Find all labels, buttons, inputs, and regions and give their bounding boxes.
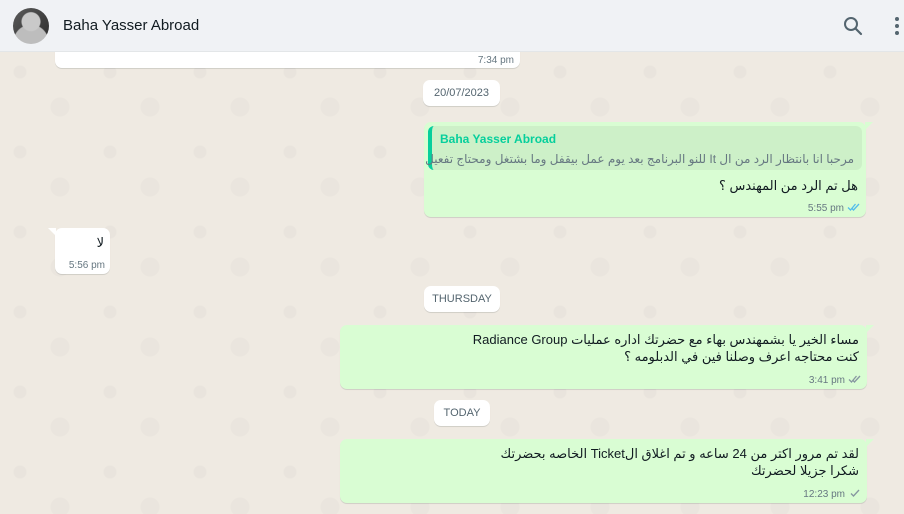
message-bubble-outgoing[interactable]: Baha Yasser Abroad مرحبا انا بانتظار الر… <box>424 122 873 217</box>
message-time: 5:56 pm <box>68 260 105 271</box>
message-text: مساء الخير يا بشمهندس بهاء مع حضرتك ادار… <box>472 332 859 347</box>
quoted-author: Baha Yasser Abroad <box>440 132 557 146</box>
delivered-ticks-icon <box>848 375 861 383</box>
contact-name[interactable]: Baha Yasser Abroad <box>63 17 199 34</box>
chat-area[interactable]: 7:34 pm 20/07/2023 Baha Yasser Abroad مر… <box>0 52 904 514</box>
message-bubble-outgoing[interactable]: لقد تم مرور اكتر من 24 ساعه و تم اغلاق ا… <box>340 439 874 503</box>
message-bubble-incoming[interactable]: لا 5:56 pm <box>48 228 110 274</box>
message-text: شكرا جزيلا لحضرتك <box>750 463 859 478</box>
menu-icon[interactable] <box>887 15 904 37</box>
sent-tick-icon <box>850 489 860 497</box>
message-text: كنت محتاجه اعرف وصلنا فين في الدبلومه ؟ <box>624 349 859 364</box>
message-text: لا <box>96 235 104 250</box>
chat-header: Baha Yasser Abroad <box>0 0 904 52</box>
read-ticks-icon <box>847 203 860 211</box>
message-time: 5:55 pm <box>807 203 844 214</box>
quoted-message[interactable]: Baha Yasser Abroad مرحبا انا بانتظار الر… <box>425 126 862 170</box>
message-bubble-outgoing[interactable]: مساء الخير يا بشمهندس بهاء مع حضرتك ادار… <box>340 325 874 389</box>
message-time: 12:23 pm <box>803 489 845 500</box>
quoted-text: مرحبا انا بانتظار الرد من ال It للنو الب… <box>425 152 854 166</box>
search-icon[interactable] <box>843 15 863 37</box>
previous-message[interactable]: 7:34 pm <box>55 52 520 68</box>
date-chip: THURSDAY <box>424 286 500 312</box>
message-time: 7:34 pm <box>477 55 514 66</box>
message-time: 3:41 pm <box>808 375 845 386</box>
message-text: لقد تم مرور اكتر من 24 ساعه و تم اغلاق ا… <box>500 446 860 461</box>
date-chip: 20/07/2023 <box>423 80 500 106</box>
message-text: هل تم الرد من المهندس ؟ <box>718 178 858 193</box>
avatar[interactable] <box>13 8 49 44</box>
date-chip: TODAY <box>434 400 490 426</box>
